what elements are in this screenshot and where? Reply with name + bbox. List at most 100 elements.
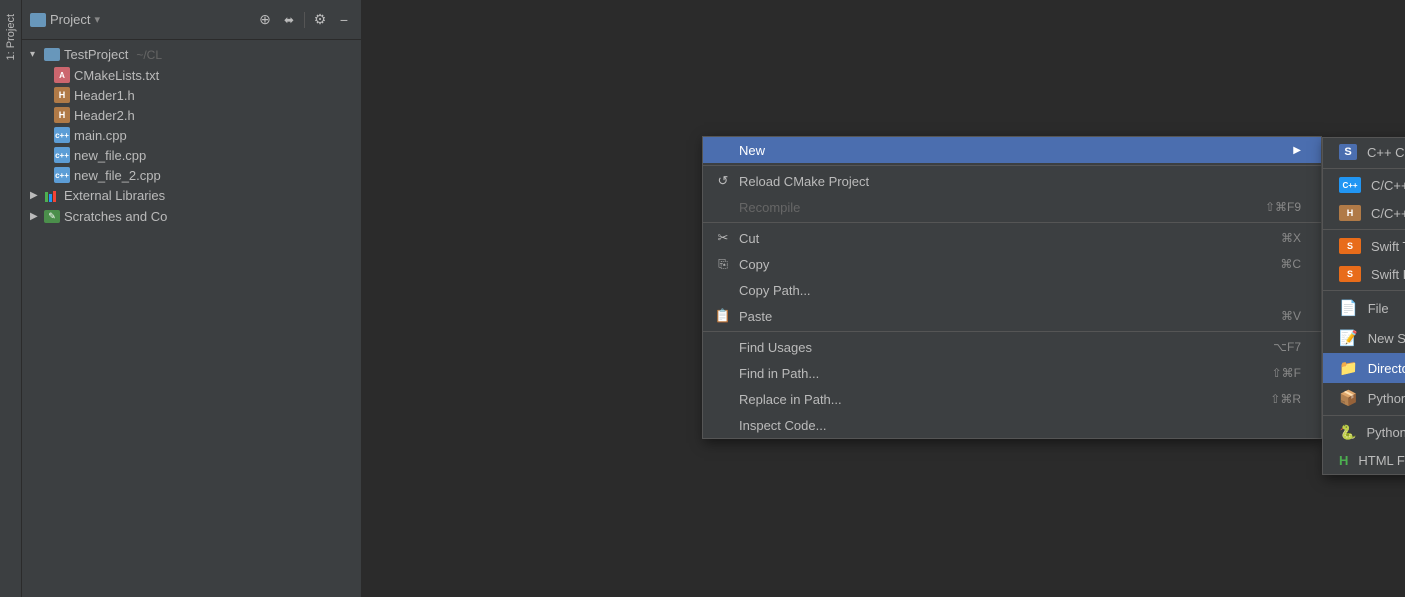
scratches-icon: ✎ bbox=[44, 210, 60, 223]
directory-icon: 📁 bbox=[1339, 359, 1358, 377]
shortcut-recompile: ⇧⌘F9 bbox=[1265, 200, 1301, 214]
menu-item-cut[interactable]: ✂ Cut ⌘X bbox=[703, 225, 1321, 251]
cpp-header-icon: H bbox=[1339, 205, 1361, 221]
submenu-item-label: C++ Class bbox=[1367, 145, 1405, 160]
scratches-node[interactable]: ▶ ✎ Scratches and Co bbox=[22, 206, 361, 227]
menu-item-replace-in-path[interactable]: Replace in Path... ⇧⌘R bbox=[703, 386, 1321, 412]
submenu-item-label: C/C++ Header File bbox=[1371, 206, 1405, 221]
swift-type-icon: S bbox=[1339, 238, 1361, 254]
shortcut-paste: ⌘V bbox=[1281, 309, 1301, 323]
context-menu: New ▶ ↺ Reload CMake Project Recompile ⇧… bbox=[702, 136, 1322, 439]
submenu-python-package[interactable]: 📦 Python Package bbox=[1323, 383, 1405, 413]
submenu-item-label: Python File bbox=[1366, 425, 1405, 440]
project-sidebar: Project ▾ ⊕ ⬌ ⚙ − ▾ TestProject ~/CL A C… bbox=[22, 0, 362, 597]
cpp-icon: c++ bbox=[54, 147, 70, 163]
submenu-sep-4 bbox=[1323, 415, 1405, 416]
file-new-file-cpp[interactable]: c++ new_file.cpp bbox=[22, 145, 361, 165]
minimize-icon[interactable]: − bbox=[335, 11, 353, 29]
shortcut-copy: ⌘C bbox=[1280, 257, 1301, 271]
file-name: new_file.cpp bbox=[74, 148, 146, 163]
submenu-html-file[interactable]: H HTML File bbox=[1323, 447, 1405, 474]
project-path: ~/CL bbox=[136, 48, 162, 62]
scratch-file-icon: 📝 bbox=[1339, 329, 1358, 347]
menu-item-label: Paste bbox=[739, 309, 772, 324]
menu-item-recompile: Recompile ⇧⌘F9 bbox=[703, 194, 1321, 220]
submenu-sep-1 bbox=[1323, 168, 1405, 169]
file-name: Header2.h bbox=[74, 108, 135, 123]
new-submenu: S C++ Class C++ C/C++ Source File H C/C+… bbox=[1322, 137, 1405, 475]
submenu-python-file[interactable]: 🐍 Python File bbox=[1323, 418, 1405, 447]
project-tab-label[interactable]: 1: Project bbox=[3, 8, 19, 66]
submenu-cpp-source[interactable]: C++ C/C++ Source File bbox=[1323, 171, 1405, 199]
paste-icon: 📋 bbox=[715, 308, 731, 324]
recompile-icon bbox=[715, 199, 731, 215]
left-tab-panel: 1: Project bbox=[0, 0, 22, 597]
submenu-directory[interactable]: 📁 Directory bbox=[1323, 353, 1405, 383]
file-header1[interactable]: H Header1.h bbox=[22, 85, 361, 105]
menu-item-copy-path[interactable]: Copy Path... bbox=[703, 277, 1321, 303]
dropdown-arrow-icon[interactable]: ▾ bbox=[94, 13, 100, 26]
file-cmake[interactable]: A CMakeLists.txt bbox=[22, 65, 361, 85]
find-in-path-icon bbox=[715, 365, 731, 381]
submenu-item-label: Directory bbox=[1368, 361, 1405, 376]
submenu-item-label: File bbox=[1368, 301, 1389, 316]
project-tree: ▾ TestProject ~/CL A CMakeLists.txt H He… bbox=[22, 40, 361, 597]
submenu-sep-2 bbox=[1323, 229, 1405, 230]
menu-item-label: Inspect Code... bbox=[739, 418, 826, 433]
sidebar-toolbar: Project ▾ ⊕ ⬌ ⚙ − bbox=[22, 0, 361, 40]
submenu-item-label: New Scratch File bbox=[1368, 331, 1405, 346]
submenu-new-scratch[interactable]: 📝 New Scratch File ⇧⌘N bbox=[1323, 323, 1405, 353]
ext-icon bbox=[44, 189, 60, 202]
menu-item-copy[interactable]: ⎘ Copy ⌘C bbox=[703, 251, 1321, 277]
submenu-file[interactable]: 📄 File bbox=[1323, 293, 1405, 323]
swift-file-icon: S bbox=[1339, 266, 1361, 282]
python-package-icon: 📦 bbox=[1339, 389, 1358, 407]
menu-separator-2 bbox=[703, 222, 1321, 223]
project-folder-icon bbox=[44, 48, 60, 61]
locate-icon[interactable]: ⊕ bbox=[256, 11, 274, 29]
submenu-swift-file[interactable]: S Swift File bbox=[1323, 260, 1405, 288]
menu-item-label: Replace in Path... bbox=[739, 392, 842, 407]
settings-icon[interactable]: ⚙ bbox=[311, 11, 329, 29]
project-name: TestProject bbox=[64, 47, 128, 62]
menu-item-find-in-path[interactable]: Find in Path... ⇧⌘F bbox=[703, 360, 1321, 386]
menu-item-reload[interactable]: ↺ Reload CMake Project bbox=[703, 168, 1321, 194]
file-new-file-2-cpp[interactable]: c++ new_file_2.cpp bbox=[22, 165, 361, 185]
sidebar-panel-title: Project ▾ bbox=[30, 12, 248, 27]
replace-in-path-icon bbox=[715, 391, 731, 407]
new-icon bbox=[715, 142, 731, 158]
toolbar-divider bbox=[304, 12, 305, 28]
submenu-cpp-class[interactable]: S C++ Class bbox=[1323, 138, 1405, 166]
file-name: new_file_2.cpp bbox=[74, 168, 161, 183]
context-menu-wrapper: New ▶ ↺ Reload CMake Project Recompile ⇧… bbox=[362, 68, 982, 371]
submenu-swift-type[interactable]: S Swift Type bbox=[1323, 232, 1405, 260]
project-root[interactable]: ▾ TestProject ~/CL bbox=[22, 44, 361, 65]
cpp-icon: c++ bbox=[54, 167, 70, 183]
file-name: CMakeLists.txt bbox=[74, 68, 159, 83]
scroll-icon[interactable]: ⬌ bbox=[280, 11, 298, 29]
inspect-code-icon bbox=[715, 417, 731, 433]
file-main-cpp[interactable]: c++ main.cpp bbox=[22, 125, 361, 145]
menu-item-paste[interactable]: 📋 Paste ⌘V bbox=[703, 303, 1321, 329]
submenu-cpp-header[interactable]: H C/C++ Header File bbox=[1323, 199, 1405, 227]
submenu-item-label: C/C++ Source File bbox=[1371, 178, 1405, 193]
menu-item-label: Copy Path... bbox=[739, 283, 811, 298]
submenu-arrow-icon: ▶ bbox=[1293, 145, 1301, 156]
find-usages-icon bbox=[715, 339, 731, 355]
cmake-icon: A bbox=[54, 67, 70, 83]
menu-item-new[interactable]: New ▶ bbox=[703, 137, 1321, 163]
external-libraries[interactable]: ▶ External Libraries bbox=[22, 185, 361, 206]
header-icon: H bbox=[54, 87, 70, 103]
file-name: main.cpp bbox=[74, 128, 127, 143]
submenu-item-label: Swift File bbox=[1371, 267, 1405, 282]
root-chevron: ▾ bbox=[30, 49, 40, 60]
menu-item-find-usages[interactable]: Find Usages ⌥F7 bbox=[703, 334, 1321, 360]
toolbar-icons: ⊕ ⬌ ⚙ − bbox=[256, 11, 353, 29]
menu-item-label: Cut bbox=[739, 231, 759, 246]
shortcut-cut: ⌘X bbox=[1281, 231, 1301, 245]
sidebar-title-text: Project bbox=[50, 12, 90, 27]
shortcut-find-usages: ⌥F7 bbox=[1273, 340, 1301, 354]
reload-icon: ↺ bbox=[715, 173, 731, 189]
file-header2[interactable]: H Header2.h bbox=[22, 105, 361, 125]
menu-item-inspect-code[interactable]: Inspect Code... bbox=[703, 412, 1321, 438]
